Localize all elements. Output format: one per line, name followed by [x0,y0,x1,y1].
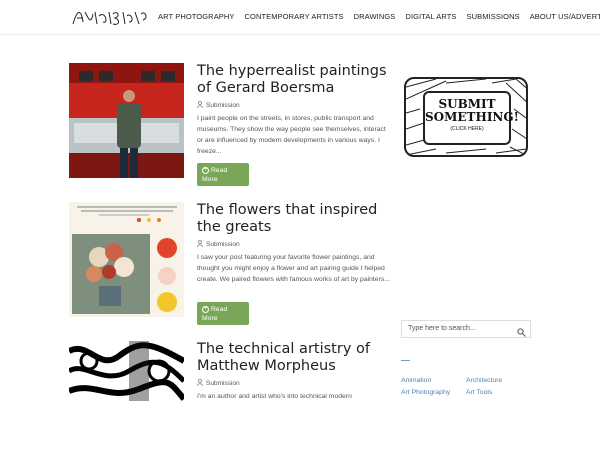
submit-something-ad[interactable]: SUBMIT SOMETHING! (CLICK HERE) [404,77,528,157]
category-list: Animation Architecture Art Photography A… [401,377,531,396]
user-icon [197,379,203,388]
post-excerpt: I'm an author and artist who's into tech… [197,393,352,400]
category-animation[interactable]: Animation [401,377,466,384]
category-architecture[interactable]: Architecture [466,377,531,384]
search-icon[interactable] [517,324,526,342]
author-name: Submission [206,380,240,387]
post-thumbnail[interactable] [69,202,184,317]
main-nav: Art Photography Contemporary Artists Dra… [158,12,600,21]
ad-subtitle: (CLICK HERE) [450,126,484,132]
site-logo[interactable] [71,6,151,33]
post-title[interactable]: The hyperrealist paintings of Gerard Boe… [197,63,397,97]
user-icon [197,240,203,249]
nav-about-advertise[interactable]: About Us/Advertise [530,12,600,21]
top-navigation-bar: Art Photography Contemporary Artists Dra… [0,0,600,35]
post-thumbnail[interactable] [69,63,184,178]
nav-contemporary-artists[interactable]: Contemporary Artists [245,12,344,21]
nav-digital-arts[interactable]: Digital Arts [405,12,456,21]
read-more-button[interactable]: + Read More [197,163,249,186]
category-art-tools[interactable]: Art Tools [466,389,531,396]
plus-circle-icon: + [202,305,209,313]
post-title[interactable]: The flowers that inspired the greats [197,202,397,236]
post-excerpt: I saw your post featuring your favorite … [197,254,390,283]
nav-submissions[interactable]: Submissions [467,12,520,21]
post-author[interactable]: Submission [197,101,240,110]
user-icon [197,101,203,110]
read-more-button[interactable]: + Read More [197,302,249,325]
post-author[interactable]: Submission [197,379,240,388]
author-name: Submission [206,102,240,109]
post-excerpt: I paint people on the streets, in stores… [197,115,386,155]
ad-title: SUBMIT SOMETHING! [425,97,519,124]
nav-drawings[interactable]: Drawings [354,12,396,21]
category-art-photography[interactable]: Art Photography [401,389,466,396]
post-thumbnail[interactable] [69,341,184,456]
widget-divider [401,360,410,361]
nav-art-photography[interactable]: Art Photography [158,12,235,21]
post-title[interactable]: The technical artistry of Matthew Morphe… [197,341,397,375]
post-author[interactable]: Submission [197,240,240,249]
plus-circle-icon: + [202,166,209,174]
author-name: Submission [206,241,240,248]
ad-box: SUBMIT SOMETHING! (CLICK HERE) [423,91,519,145]
search-input[interactable]: Type here to search... [401,320,531,338]
